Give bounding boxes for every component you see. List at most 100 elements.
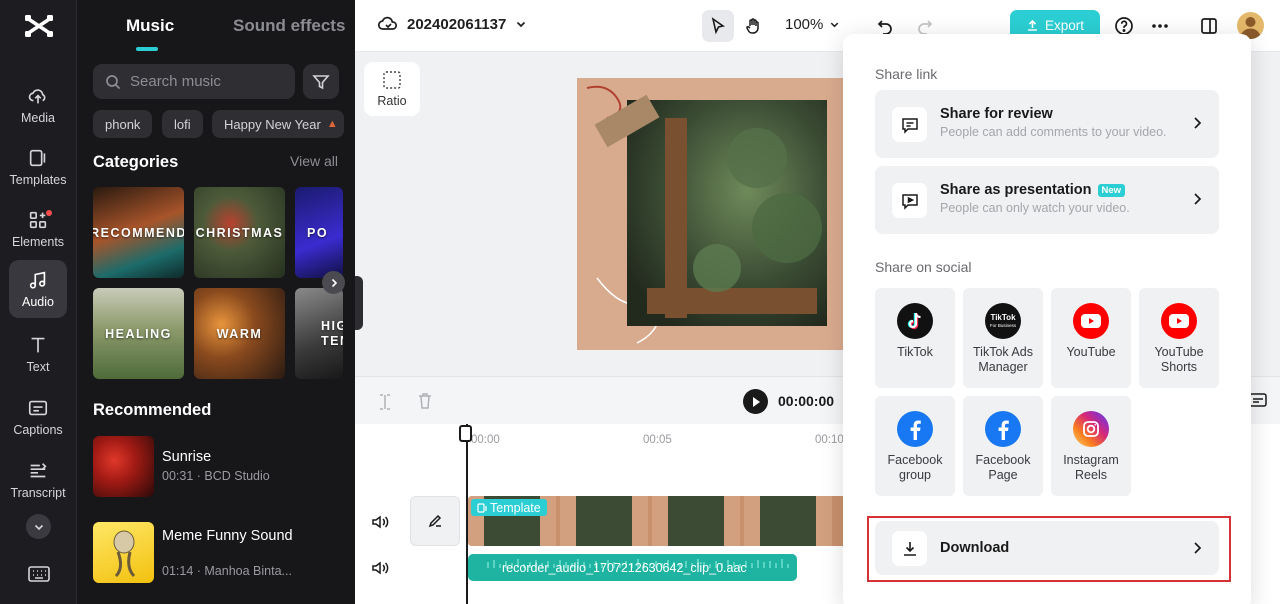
categories-next-button[interactable] bbox=[322, 271, 345, 294]
instagram-icon bbox=[1073, 411, 1109, 447]
audio-clip-name: recorder_audio_1707212630642_clip_0.aac bbox=[502, 561, 747, 575]
template-tag-label: Template bbox=[490, 500, 541, 515]
search-input[interactable]: Search music bbox=[93, 64, 295, 99]
ratio-button[interactable]: Ratio bbox=[364, 62, 420, 116]
chip-lofi[interactable]: lofi bbox=[162, 110, 203, 138]
chip-happy-new-year[interactable]: Happy New Year ▲ bbox=[212, 110, 344, 138]
category-card-recommend[interactable]: RECOMMEND bbox=[93, 187, 184, 278]
playhead-handle[interactable] bbox=[459, 425, 472, 442]
hand-icon bbox=[746, 18, 759, 34]
capcut-logo-icon bbox=[25, 15, 53, 37]
ratio-icon bbox=[383, 71, 401, 89]
svg-text:For Business: For Business bbox=[990, 323, 1017, 328]
recommended-title: Recommended bbox=[93, 401, 212, 419]
social-label: Facebook group bbox=[887, 453, 943, 482]
edit-cover-button[interactable] bbox=[410, 496, 460, 546]
panel-layout-icon bbox=[1201, 18, 1217, 34]
tab-sound-effects[interactable]: Sound effects bbox=[233, 16, 345, 36]
share-youtube-button[interactable]: YouTube bbox=[1051, 288, 1131, 388]
chip-phonk[interactable]: phonk bbox=[93, 110, 153, 138]
sidebar-item-text[interactable]: Text bbox=[9, 325, 67, 383]
audio-track-mute-icon[interactable] bbox=[370, 558, 390, 578]
chevron-right-icon bbox=[1194, 193, 1202, 205]
track-meta: 01:14 · Manhoa Binta... bbox=[162, 564, 292, 578]
sidebar-item-label: Transcript bbox=[10, 486, 66, 500]
zoom-dropdown[interactable]: 100% bbox=[785, 16, 840, 33]
chip-label: phonk bbox=[105, 116, 141, 132]
search-icon bbox=[106, 74, 121, 89]
social-label: YouTube bbox=[1066, 345, 1116, 359]
share-as-presentation-button[interactable]: Share as presentation New People can onl… bbox=[875, 166, 1219, 234]
play-button[interactable] bbox=[743, 389, 768, 414]
time-tick: 00:00 bbox=[471, 434, 500, 446]
category-label: HEALING bbox=[105, 326, 172, 341]
chevron-right-icon bbox=[331, 278, 337, 287]
category-label: HIG TEM bbox=[321, 318, 343, 348]
list-item[interactable]: Sunrise 00:31 · BCD Studio bbox=[93, 436, 343, 498]
captions-toggle-icon[interactable] bbox=[1248, 392, 1268, 410]
keyboard-icon[interactable] bbox=[27, 563, 51, 585]
music-panel: Music Sound effects Search music phonk l… bbox=[77, 0, 355, 604]
facebook-icon bbox=[985, 411, 1021, 447]
tab-music[interactable]: Music bbox=[126, 16, 174, 36]
new-badge: New bbox=[1097, 183, 1126, 197]
sidebar-item-elements[interactable]: Elements bbox=[9, 200, 67, 258]
more-tools-button[interactable] bbox=[26, 514, 51, 539]
hand-tool-button[interactable] bbox=[737, 10, 769, 42]
timecode: 00:00:00 bbox=[778, 393, 835, 409]
share-facebook-group-button[interactable]: Facebook group bbox=[875, 396, 955, 496]
sidebar-item-captions[interactable]: Captions bbox=[9, 388, 67, 446]
transcript-icon bbox=[30, 463, 47, 478]
ratio-label: Ratio bbox=[377, 94, 407, 108]
share-as-presentation-subtitle: People can only watch your video. bbox=[940, 201, 1130, 215]
share-tiktok-button[interactable]: TikTok bbox=[875, 288, 955, 388]
filter-button[interactable] bbox=[303, 64, 339, 99]
track-meta: 00:31 · BCD Studio bbox=[162, 469, 270, 483]
video-track-mute-icon[interactable] bbox=[370, 512, 390, 532]
more-horizontal-icon bbox=[1152, 24, 1168, 28]
redo-icon bbox=[918, 20, 933, 35]
share-title-text: Share for review bbox=[940, 106, 1053, 122]
search-placeholder: Search music bbox=[130, 73, 221, 90]
delete-icon[interactable] bbox=[417, 392, 433, 410]
track-cover bbox=[93, 522, 154, 583]
sidebar-item-media[interactable]: Media bbox=[9, 76, 67, 134]
categories-title: Categories bbox=[93, 153, 179, 171]
share-for-review-button[interactable]: Share for review People can add comments… bbox=[875, 90, 1219, 158]
video-preview[interactable] bbox=[577, 78, 843, 350]
category-card-high-tempo[interactable]: HIG TEM bbox=[295, 288, 343, 379]
share-tiktok-ads-button[interactable]: TikTok For Business TikTok Ads Manager bbox=[963, 288, 1043, 388]
sidebar-item-audio[interactable]: Audio bbox=[9, 260, 67, 318]
tiktok-icon bbox=[897, 303, 933, 339]
share-link-title: Share link bbox=[875, 66, 938, 82]
category-card-christmas[interactable]: CHRISTMAS bbox=[194, 187, 285, 278]
chip-label: Happy New Year bbox=[224, 116, 321, 132]
category-card-warm[interactable]: WARM bbox=[194, 288, 285, 379]
pencil-icon bbox=[428, 514, 442, 528]
sidebar-item-label: Media bbox=[20, 111, 56, 125]
sidebar-item-transcript[interactable]: Transcript bbox=[9, 451, 67, 509]
share-youtube-shorts-button[interactable]: YouTube Shorts bbox=[1139, 288, 1219, 388]
view-all-link[interactable]: View all bbox=[290, 153, 338, 169]
select-tool-button[interactable] bbox=[702, 10, 734, 42]
panel-collapse-handle[interactable] bbox=[355, 276, 363, 330]
video-thumbnail bbox=[560, 496, 648, 546]
play-icon bbox=[752, 396, 760, 407]
share-facebook-page-button[interactable]: Facebook Page bbox=[963, 396, 1043, 496]
sidebar-item-label: Templates bbox=[9, 173, 67, 187]
project-name: 202402061137 bbox=[407, 15, 507, 33]
sidebar-item-templates[interactable]: Templates bbox=[9, 138, 67, 196]
split-icon[interactable] bbox=[377, 393, 393, 411]
notification-dot bbox=[46, 210, 52, 216]
list-item[interactable]: Meme Funny Sound 01:14 · Manhoa Binta... bbox=[93, 522, 343, 584]
project-title[interactable]: 202402061137 bbox=[378, 15, 527, 33]
share-title-text: Share as presentation bbox=[940, 182, 1092, 198]
cursor-icon bbox=[711, 17, 725, 35]
share-as-presentation-title: Share as presentation New bbox=[940, 182, 1126, 198]
share-instagram-reels-button[interactable]: Instagram Reels bbox=[1051, 396, 1131, 496]
category-card-healing[interactable]: HEALING bbox=[93, 288, 184, 379]
track-cover bbox=[93, 436, 154, 497]
audio-clip[interactable]: recorder_audio_1707212630642_clip_0.aac bbox=[468, 554, 797, 581]
playhead[interactable] bbox=[466, 424, 468, 604]
category-card-pop[interactable]: PO bbox=[295, 187, 343, 278]
